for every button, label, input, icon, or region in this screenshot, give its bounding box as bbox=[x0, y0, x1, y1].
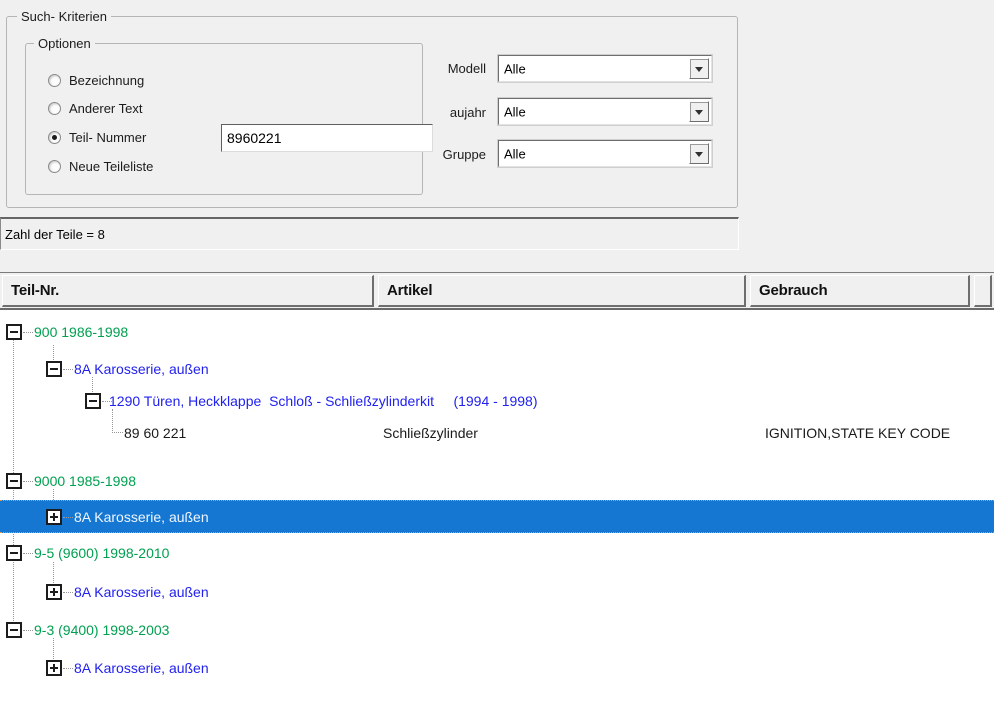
column-header-label: Teil-Nr. bbox=[11, 282, 59, 299]
collapse-icon[interactable] bbox=[46, 361, 62, 377]
result-count-field: Zahl der Teile = 8 bbox=[0, 217, 739, 250]
chevron-down-icon bbox=[695, 67, 703, 72]
tree-node-label: 1290 Türen, Heckklappe Schloß - Schließz… bbox=[109, 393, 538, 409]
column-header-filler bbox=[974, 275, 992, 307]
tree-row-9-5[interactable]: 9-5 (9600) 1998-2010 bbox=[0, 538, 994, 568]
collapse-icon[interactable] bbox=[6, 545, 22, 561]
modell-label: Modell bbox=[430, 61, 486, 76]
tree-node-label: 8A Karosserie, außen bbox=[74, 361, 209, 377]
tree-connector bbox=[23, 553, 33, 554]
radio-label: Teil- Nummer bbox=[69, 130, 146, 145]
tree-connector bbox=[23, 630, 33, 631]
baujahr-value: Alle bbox=[504, 104, 526, 119]
result-count-text: Zahl der Teile = 8 bbox=[5, 227, 105, 242]
chevron-down-icon bbox=[695, 152, 703, 157]
expand-icon[interactable] bbox=[46, 584, 62, 600]
column-header-label: Gebrauch bbox=[759, 282, 827, 299]
chevron-down-icon bbox=[695, 110, 703, 115]
radio-icon[interactable] bbox=[48, 102, 61, 115]
dropdown-button[interactable] bbox=[689, 101, 709, 122]
tree-row-8a-karosserie[interactable]: 8A Karosserie, außen bbox=[0, 577, 994, 607]
modell-value: Alle bbox=[504, 61, 526, 76]
tree-connector bbox=[23, 332, 33, 333]
search-criteria-title: Such- Kriterien bbox=[17, 9, 111, 24]
radio-anderer-text[interactable]: Anderer Text bbox=[48, 100, 142, 116]
results-tree: 900 1986-1998 8A Karosserie, außen 1290 … bbox=[0, 310, 994, 705]
tree-connector bbox=[63, 369, 73, 370]
tree-row-part[interactable]: 89 60 221 Schließzylinder IGNITION,STATE… bbox=[0, 418, 994, 448]
radio-icon[interactable] bbox=[48, 74, 61, 87]
tree-node-label: 9000 1985-1998 bbox=[34, 473, 136, 489]
results-table-header: Teil-Nr. Artikel Gebrauch bbox=[0, 272, 994, 310]
radio-bezeichnung[interactable]: Bezeichnung bbox=[48, 72, 144, 88]
collapse-icon[interactable] bbox=[6, 622, 22, 638]
gruppe-label: Gruppe bbox=[430, 147, 486, 162]
baujahr-label: aujahr bbox=[430, 105, 486, 120]
tree-row-8a-karosserie[interactable]: 8A Karosserie, außen bbox=[0, 653, 994, 683]
tree-connector bbox=[63, 592, 73, 593]
tree-row-1290-tueren[interactable]: 1290 Türen, Heckklappe Schloß - Schließz… bbox=[0, 386, 994, 416]
tree-row-9-3[interactable]: 9-3 (9400) 1998-2003 bbox=[0, 615, 994, 645]
tree-node-label: 9-5 (9600) 1998-2010 bbox=[34, 545, 169, 561]
tree-row-900[interactable]: 900 1986-1998 bbox=[0, 317, 994, 347]
tree-row-selected[interactable]: 8A Karosserie, außen bbox=[0, 500, 994, 533]
column-header-teil-nr[interactable]: Teil-Nr. bbox=[2, 275, 374, 307]
tree-row-8a-karosserie[interactable]: 8A Karosserie, außen bbox=[0, 354, 994, 384]
radio-label: Bezeichnung bbox=[69, 73, 144, 88]
tree-node-label: 8A Karosserie, außen bbox=[74, 660, 209, 676]
tree-node-label: 900 1986-1998 bbox=[34, 324, 128, 340]
collapse-icon[interactable] bbox=[6, 473, 22, 489]
tree-node-label: 8A Karosserie, außen bbox=[74, 584, 209, 600]
radio-neue-teileliste[interactable]: Neue Teileliste bbox=[48, 158, 153, 174]
radio-label: Neue Teileliste bbox=[69, 159, 153, 174]
gruppe-value: Alle bbox=[504, 146, 526, 161]
collapse-icon[interactable] bbox=[6, 324, 22, 340]
radio-label: Anderer Text bbox=[69, 101, 142, 116]
gebrauch-cell: IGNITION,STATE KEY CODE bbox=[765, 425, 950, 441]
baujahr-combobox[interactable]: Alle bbox=[498, 98, 712, 125]
tree-connector bbox=[63, 668, 73, 669]
modell-combobox[interactable]: Alle bbox=[498, 55, 712, 82]
part-number-input[interactable] bbox=[221, 124, 433, 152]
options-title: Optionen bbox=[34, 36, 95, 51]
column-header-label: Artikel bbox=[387, 282, 432, 299]
tree-node-label: 9-3 (9400) 1998-2003 bbox=[34, 622, 169, 638]
tree-connector bbox=[63, 517, 73, 518]
dropdown-button[interactable] bbox=[689, 58, 709, 79]
part-number-cell: 89 60 221 bbox=[124, 425, 186, 441]
expand-icon[interactable] bbox=[46, 509, 62, 525]
artikel-cell: Schließzylinder bbox=[383, 425, 478, 441]
radio-teil-nummer[interactable]: Teil- Nummer bbox=[48, 129, 146, 145]
expand-icon[interactable] bbox=[46, 660, 62, 676]
column-header-gebrauch[interactable]: Gebrauch bbox=[750, 275, 970, 307]
options-groupbox: Optionen Bezeichnung Anderer Text Teil- … bbox=[25, 43, 423, 195]
tree-connector bbox=[23, 481, 33, 482]
collapse-icon[interactable] bbox=[85, 393, 101, 409]
tree-node-label: 8A Karosserie, außen bbox=[74, 509, 209, 525]
tree-row-9000[interactable]: 9000 1985-1998 bbox=[0, 466, 994, 496]
search-panel: Such- Kriterien Optionen Bezeichnung And… bbox=[0, 0, 994, 272]
radio-checked-icon[interactable] bbox=[48, 131, 61, 144]
column-header-artikel[interactable]: Artikel bbox=[378, 275, 746, 307]
dropdown-button[interactable] bbox=[689, 143, 709, 164]
gruppe-combobox[interactable]: Alle bbox=[498, 140, 712, 167]
radio-icon[interactable] bbox=[48, 160, 61, 173]
